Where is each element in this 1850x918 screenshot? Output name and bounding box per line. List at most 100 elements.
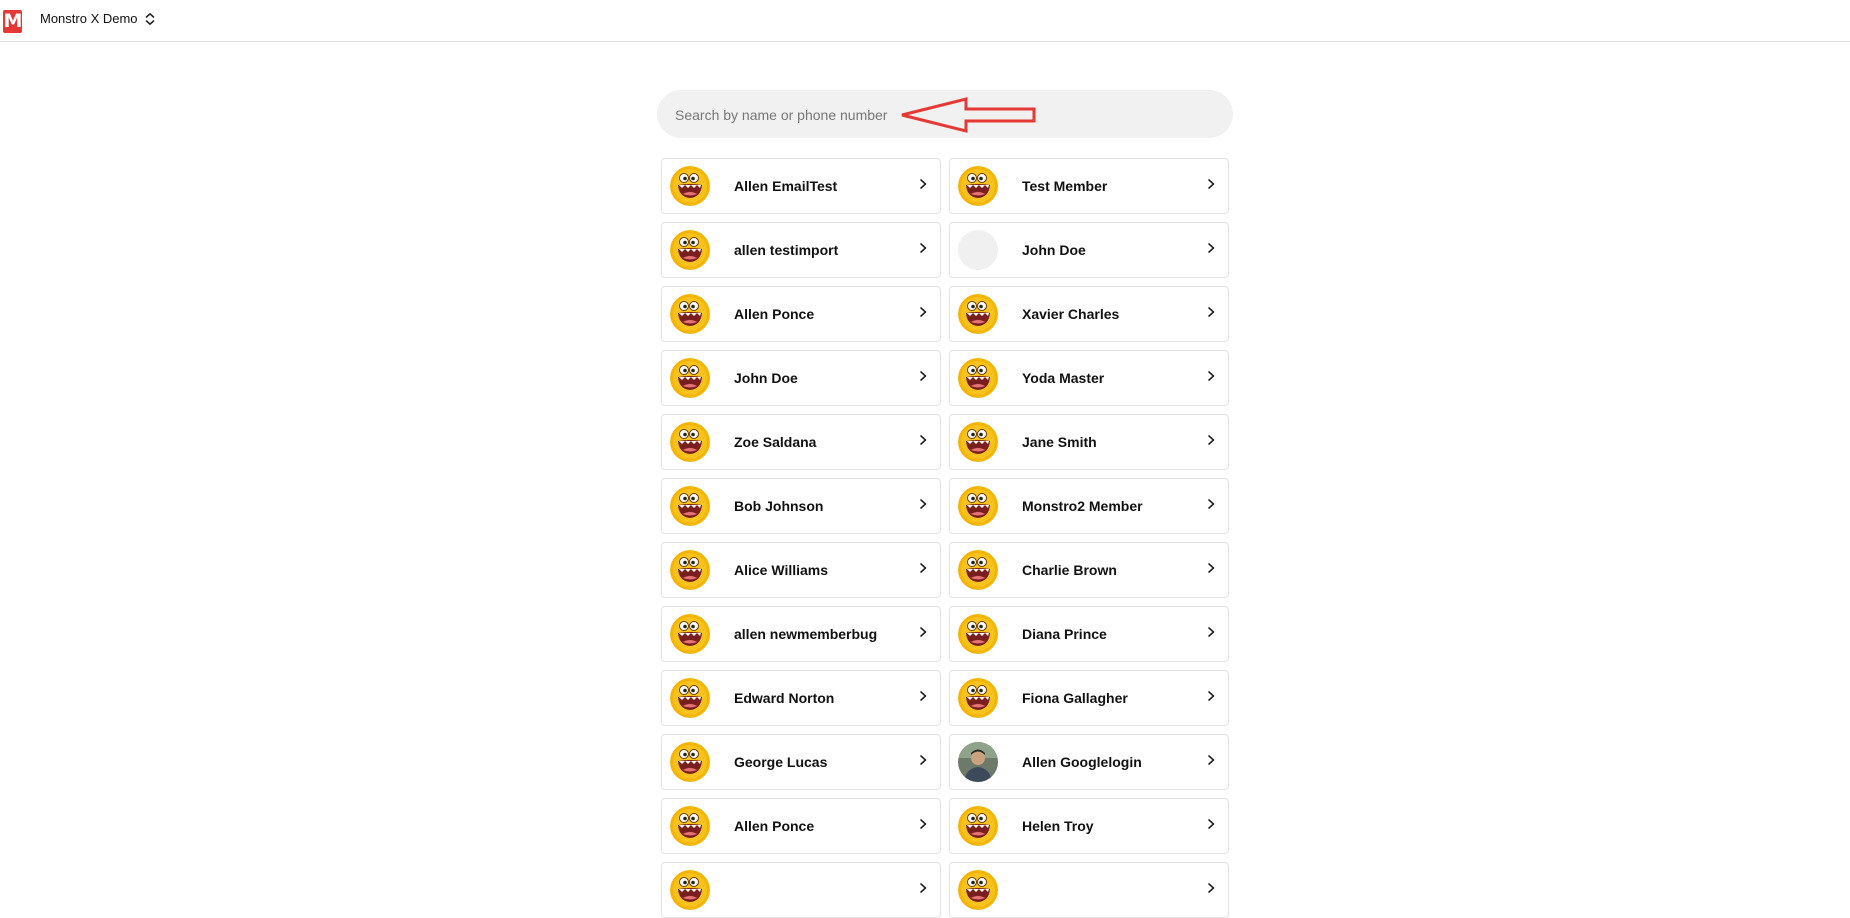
annotation-arrow-icon bbox=[901, 97, 1036, 133]
member-card[interactable]: John Doe bbox=[661, 350, 941, 406]
monster-avatar-icon bbox=[958, 870, 998, 910]
monster-avatar-icon bbox=[670, 678, 710, 718]
member-name: Alice Williams bbox=[734, 562, 829, 578]
chevron-right-icon bbox=[1204, 305, 1218, 324]
chevron-right-icon bbox=[916, 561, 930, 580]
member-card[interactable]: Test Member bbox=[949, 158, 1229, 214]
member-name: Allen Googlelogin bbox=[1022, 754, 1142, 770]
member-card[interactable]: allen newmemberbug bbox=[661, 606, 941, 662]
chevron-right-icon bbox=[916, 497, 930, 516]
member-name: Fiona Gallagher bbox=[1022, 690, 1128, 706]
member-card[interactable]: allen testimport bbox=[661, 222, 941, 278]
member-card[interactable]: Fiona Gallagher bbox=[949, 670, 1229, 726]
member-name: Zoe Saldana bbox=[734, 434, 817, 450]
member-card[interactable]: Xavier Charles bbox=[949, 286, 1229, 342]
chevron-right-icon bbox=[1204, 817, 1218, 836]
chevron-right-icon bbox=[1204, 881, 1218, 900]
monster-avatar-icon bbox=[958, 486, 998, 526]
member-name: John Doe bbox=[734, 370, 798, 386]
member-name: allen testimport bbox=[734, 242, 839, 258]
monster-avatar-icon bbox=[958, 358, 998, 398]
chevron-right-icon bbox=[1204, 689, 1218, 708]
workspace-name: Monstro X Demo bbox=[40, 11, 138, 26]
member-card[interactable]: John Doe bbox=[949, 222, 1229, 278]
monster-avatar-icon bbox=[958, 166, 998, 206]
monster-avatar-icon bbox=[670, 166, 710, 206]
member-name: Jane Smith bbox=[1022, 434, 1097, 450]
chevron-right-icon bbox=[916, 881, 930, 900]
member-name: Allen EmailTest bbox=[734, 178, 838, 194]
member-name: Edward Norton bbox=[734, 690, 835, 706]
monster-avatar-icon bbox=[670, 422, 710, 462]
member-card[interactable]: Charlie Brown bbox=[949, 542, 1229, 598]
chevron-right-icon bbox=[916, 625, 930, 644]
member-card[interactable]: Allen Ponce bbox=[661, 798, 941, 854]
member-card[interactable]: Diana Prince bbox=[949, 606, 1229, 662]
member-name: Bob Johnson bbox=[734, 498, 824, 514]
member-name: Allen Ponce bbox=[734, 306, 815, 322]
member-card[interactable]: Allen Googlelogin bbox=[949, 734, 1229, 790]
member-name: Test Member bbox=[1022, 178, 1108, 194]
chevron-right-icon bbox=[916, 689, 930, 708]
monster-avatar-icon bbox=[670, 614, 710, 654]
blank-avatar bbox=[958, 230, 998, 270]
monster-avatar-icon bbox=[670, 294, 710, 334]
member-card[interactable]: Zoe Saldana bbox=[661, 414, 941, 470]
workspace-switcher[interactable]: Monstro X Demo bbox=[40, 11, 156, 26]
chevron-right-icon bbox=[916, 369, 930, 388]
member-name: George Lucas bbox=[734, 754, 828, 770]
member-card[interactable]: Monstro2 Member bbox=[949, 478, 1229, 534]
chevron-right-icon bbox=[1204, 753, 1218, 772]
monster-avatar-icon bbox=[670, 486, 710, 526]
monster-avatar-icon bbox=[958, 294, 998, 334]
member-name: allen newmemberbug bbox=[734, 626, 878, 642]
monster-avatar-icon bbox=[958, 678, 998, 718]
chevron-right-icon bbox=[916, 177, 930, 196]
member-card[interactable] bbox=[661, 862, 941, 918]
chevron-right-icon bbox=[916, 753, 930, 772]
member-card[interactable]: Helen Troy bbox=[949, 798, 1229, 854]
chevron-right-icon bbox=[1204, 241, 1218, 260]
monster-avatar-icon bbox=[958, 422, 998, 462]
monster-avatar-icon bbox=[958, 806, 998, 846]
member-name: Charlie Brown bbox=[1022, 562, 1117, 578]
monster-avatar-icon bbox=[670, 230, 710, 270]
chevron-right-icon bbox=[1204, 433, 1218, 452]
monster-avatar-icon bbox=[958, 614, 998, 654]
member-card[interactable]: Alice Williams bbox=[661, 542, 941, 598]
chevron-right-icon bbox=[1204, 177, 1218, 196]
top-bar: M Monstro X Demo bbox=[0, 0, 1850, 42]
member-card[interactable]: Yoda Master bbox=[949, 350, 1229, 406]
chevron-right-icon bbox=[1204, 369, 1218, 388]
chevron-up-down-icon bbox=[144, 12, 156, 26]
monster-avatar-icon bbox=[670, 358, 710, 398]
chevron-right-icon bbox=[916, 305, 930, 324]
monster-avatar-icon bbox=[670, 550, 710, 590]
member-name: Xavier Charles bbox=[1022, 306, 1120, 322]
chevron-right-icon bbox=[1204, 561, 1218, 580]
member-name: Helen Troy bbox=[1022, 818, 1094, 834]
member-card[interactable]: Allen Ponce bbox=[661, 286, 941, 342]
member-card[interactable]: Bob Johnson bbox=[661, 478, 941, 534]
chevron-right-icon bbox=[916, 241, 930, 260]
member-card[interactable] bbox=[949, 862, 1229, 918]
app-logo[interactable]: M bbox=[3, 10, 22, 33]
member-name: Yoda Master bbox=[1022, 370, 1105, 386]
member-card[interactable]: Allen EmailTest bbox=[661, 158, 941, 214]
chevron-right-icon bbox=[1204, 625, 1218, 644]
chevron-right-icon bbox=[1204, 497, 1218, 516]
member-card[interactable]: Edward Norton bbox=[661, 670, 941, 726]
member-name: Monstro2 Member bbox=[1022, 498, 1143, 514]
member-card[interactable]: Jane Smith bbox=[949, 414, 1229, 470]
monster-avatar-icon bbox=[670, 870, 710, 910]
member-name: John Doe bbox=[1022, 242, 1086, 258]
monster-avatar-icon bbox=[670, 806, 710, 846]
chevron-right-icon bbox=[916, 433, 930, 452]
monster-avatar-icon bbox=[670, 742, 710, 782]
member-card[interactable]: George Lucas bbox=[661, 734, 941, 790]
chevron-right-icon bbox=[916, 817, 930, 836]
photo-avatar bbox=[958, 742, 998, 782]
member-name: Diana Prince bbox=[1022, 626, 1107, 642]
monster-avatar-icon bbox=[958, 550, 998, 590]
member-list: Allen EmailTest Test Member allen testim… bbox=[661, 158, 1229, 918]
